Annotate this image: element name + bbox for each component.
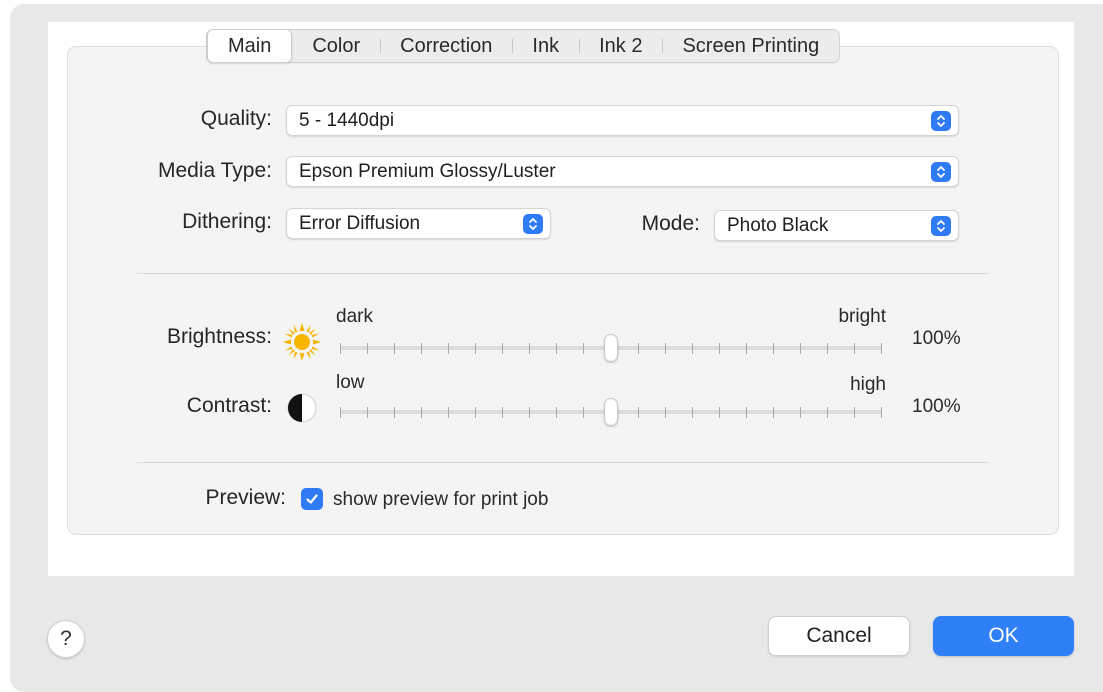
preview-label: Preview:	[205, 486, 286, 509]
slider-tick	[448, 407, 449, 418]
slider-tick	[502, 407, 503, 418]
slider-tick	[529, 343, 530, 354]
slider-tick	[394, 343, 395, 354]
tab-ink[interactable]: Ink	[512, 30, 579, 62]
chevron-updown-icon	[931, 161, 951, 182]
dithering-value: Error Diffusion	[299, 212, 421, 234]
contrast-slider[interactable]	[340, 398, 882, 426]
ok-button[interactable]: OK	[933, 616, 1074, 656]
slider-tick	[638, 407, 639, 418]
slider-tick	[448, 343, 449, 354]
brightness-label: Brightness:	[166, 325, 272, 348]
slider-tick	[367, 407, 368, 418]
sun-icon	[283, 323, 321, 361]
mode-value: Photo Black	[727, 214, 829, 236]
slider-tick	[665, 407, 666, 418]
slider-tick	[421, 407, 422, 418]
slider-tick	[665, 343, 666, 354]
slider-tick	[583, 407, 584, 418]
tab-ink-2[interactable]: Ink 2	[579, 30, 662, 62]
media-type-popup[interactable]: Epson Premium Glossy/Luster	[286, 156, 959, 187]
brightness-slider[interactable]	[340, 334, 882, 362]
slider-tick	[692, 407, 693, 418]
tab-main[interactable]: Main	[207, 29, 293, 63]
slider-tick	[881, 343, 882, 354]
contrast-min-label: low	[336, 372, 365, 393]
section-divider	[137, 273, 989, 274]
tab-color[interactable]: Color	[292, 30, 380, 62]
slider-knob[interactable]	[604, 334, 618, 362]
slider-tick	[475, 343, 476, 354]
quality-popup[interactable]: 5 - 1440dpi	[286, 105, 959, 136]
slider-knob[interactable]	[604, 398, 618, 426]
checkmark-icon	[306, 494, 318, 504]
media-type-label: Media Type:	[157, 159, 272, 182]
mode-popup[interactable]: Photo Black	[714, 210, 959, 241]
slider-tick	[475, 407, 476, 418]
tab-screen-printing[interactable]: Screen Printing	[662, 30, 839, 62]
cancel-button[interactable]: Cancel	[768, 616, 910, 656]
preview-checkbox-label[interactable]: show preview for print job	[333, 489, 548, 511]
slider-tick	[800, 343, 801, 354]
slider-tick	[881, 407, 882, 418]
chevron-updown-icon	[931, 110, 951, 131]
quality-label: Quality:	[200, 107, 272, 130]
slider-tick	[746, 343, 747, 354]
slider-tick	[367, 343, 368, 354]
slider-tick	[394, 407, 395, 418]
contrast-value: 100%	[912, 396, 961, 417]
slider-tick	[556, 343, 557, 354]
slider-tick	[340, 343, 341, 354]
slider-tick	[421, 343, 422, 354]
slider-tick	[746, 407, 747, 418]
slider-tick	[800, 407, 801, 418]
mode-label: Mode:	[641, 212, 700, 235]
brightness-min-label: dark	[336, 306, 373, 327]
brightness-max-label: bright	[838, 306, 886, 327]
slider-tick	[854, 343, 855, 354]
chevron-updown-icon	[523, 213, 543, 234]
slider-tick	[719, 343, 720, 354]
slider-tick	[854, 407, 855, 418]
slider-tick	[502, 343, 503, 354]
contrast-max-label: high	[850, 374, 886, 395]
help-button[interactable]: ?	[47, 620, 85, 658]
slider-tick	[719, 407, 720, 418]
slider-tick	[638, 343, 639, 354]
quality-value: 5 - 1440dpi	[299, 109, 395, 131]
slider-tick	[773, 407, 774, 418]
preview-checkbox[interactable]	[301, 488, 323, 510]
section-divider	[137, 462, 989, 463]
brightness-value: 100%	[912, 328, 961, 349]
slider-tick	[692, 343, 693, 354]
slider-tick	[827, 407, 828, 418]
slider-tick	[529, 407, 530, 418]
slider-tick	[583, 343, 584, 354]
media-type-value: Epson Premium Glossy/Luster	[299, 160, 556, 182]
slider-tick	[773, 343, 774, 354]
contrast-icon	[287, 393, 317, 423]
slider-tick	[827, 343, 828, 354]
slider-tick	[340, 407, 341, 418]
tab-correction[interactable]: Correction	[380, 30, 512, 62]
chevron-updown-icon	[931, 215, 951, 236]
tab-bar: Main Color Correction Ink Ink 2 Screen P…	[206, 29, 841, 63]
slider-tick	[556, 407, 557, 418]
contrast-label: Contrast:	[186, 394, 272, 417]
dithering-label: Dithering:	[182, 210, 272, 233]
dithering-popup[interactable]: Error Diffusion	[286, 208, 551, 239]
